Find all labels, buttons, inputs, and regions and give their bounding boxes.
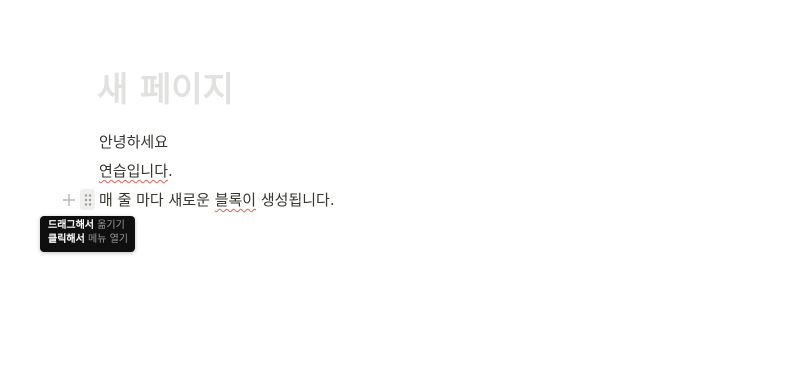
spellcheck-word: 블록이 (214, 191, 257, 209)
text-block-2[interactable]: 연습입니다. (99, 160, 173, 182)
tooltip-click-action: 클릭해서 (48, 234, 85, 245)
tooltip-click-result: 메뉴 열기 (84, 234, 128, 245)
tooltip-drag-action: 드래그해서 (48, 220, 94, 231)
editor-page: 새 페이지 안녕하세요 연습입니다. 매 줄 마다 새로운 블록이 생성됩니다.… (0, 0, 800, 389)
drag-handle-icon (84, 193, 91, 206)
drag-handle-button[interactable] (80, 189, 95, 210)
spellcheck-word: 연습입니다 (99, 162, 169, 180)
text-block-1-content: 안녕하세요 (99, 133, 169, 151)
tooltip-drag-result: 옮기기 (94, 220, 125, 231)
add-block-button[interactable] (60, 190, 78, 210)
tooltip-line-1: 드래그해서 옮기기 (48, 219, 135, 233)
drag-handle-tooltip: 드래그해서 옮기기 클릭해서 메뉴 열기 (40, 216, 135, 252)
plus-icon (63, 194, 75, 206)
text-block-3-content-b: 생성됩니다. (256, 191, 335, 209)
text-block-2-content: . (168, 162, 173, 180)
text-block-3-content-a: 매 줄 마다 새로운 (99, 191, 215, 209)
text-block-1[interactable]: 안녕하세요 (99, 131, 168, 153)
text-block-3[interactable]: 매 줄 마다 새로운 블록이 생성됩니다. (99, 189, 335, 211)
page-title[interactable]: 새 페이지 (97, 66, 234, 114)
tooltip-line-2: 클릭해서 메뉴 열기 (48, 233, 135, 247)
